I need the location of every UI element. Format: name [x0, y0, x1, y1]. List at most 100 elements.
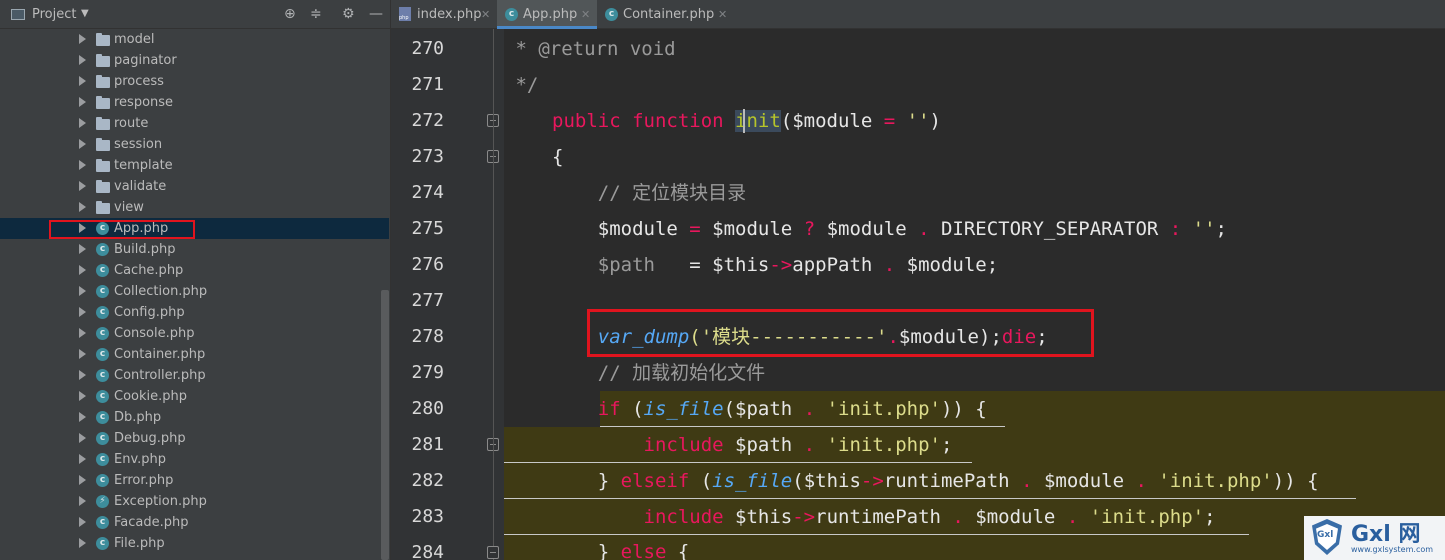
class-icon: c: [96, 369, 109, 382]
tree-file-env[interactable]: c Env.php: [0, 449, 389, 470]
tree-folder-model[interactable]: model: [0, 29, 389, 50]
minimize-icon[interactable]: —: [369, 6, 383, 22]
fold-icon[interactable]: [487, 546, 499, 559]
tree-file-exception[interactable]: ⚡ Exception.php: [0, 491, 389, 512]
token: $module: [975, 506, 1056, 528]
code-line-274[interactable]: // 定位模块目录: [552, 175, 1445, 211]
code-line-276[interactable]: $path = $this->appPath . $module;: [552, 247, 1445, 283]
token: .: [940, 506, 976, 528]
expand-arrow-icon[interactable]: [79, 496, 86, 506]
tree-folder-template[interactable]: template: [0, 155, 389, 176]
project-title[interactable]: Project: [32, 7, 76, 22]
tree-label: process: [114, 74, 164, 89]
tree-folder-response[interactable]: response: [0, 92, 389, 113]
code-line-282[interactable]: } elseif (is_file($this->runtimePath . $…: [552, 463, 1445, 499]
token: $module: [826, 218, 907, 240]
expand-arrow-icon[interactable]: [79, 349, 86, 359]
tree-file-cookie[interactable]: c Cookie.php: [0, 386, 389, 407]
tree-file-cache[interactable]: c Cache.php: [0, 260, 389, 281]
folder-icon: [96, 33, 110, 46]
token: ;: [986, 254, 999, 276]
expand-arrow-icon[interactable]: [79, 244, 86, 254]
token: $module: [906, 254, 987, 276]
tree-folder-validate[interactable]: validate: [0, 176, 389, 197]
tree-folder-session[interactable]: session: [0, 134, 389, 155]
tree-file-error[interactable]: c Error.php: [0, 470, 389, 491]
token: ->: [792, 506, 816, 528]
token: ;: [1215, 218, 1227, 240]
expand-arrow-icon[interactable]: [79, 475, 86, 485]
expand-arrow-icon[interactable]: [79, 181, 86, 191]
code-line-281[interactable]: include $path . 'init.php';: [552, 427, 1445, 463]
token: .: [1009, 470, 1044, 492]
tree-label: Container.php: [114, 347, 206, 362]
tree-file-controller[interactable]: c Controller.php: [0, 365, 389, 386]
underline: [600, 426, 1005, 427]
expand-arrow-icon[interactable]: [79, 76, 86, 86]
close-icon[interactable]: ✕: [718, 8, 727, 21]
expand-arrow-icon[interactable]: [79, 202, 86, 212]
line-number: 281: [411, 434, 444, 455]
tree-label: Debug.php: [114, 431, 186, 446]
expand-arrow-icon[interactable]: [79, 307, 86, 317]
tab-container-php[interactable]: c Container.php ✕: [597, 0, 733, 29]
collapse-icon[interactable]: ≑: [310, 6, 322, 22]
line-number: 284: [411, 542, 444, 560]
chevron-down-icon[interactable]: ▼: [81, 8, 89, 19]
tree-file-console[interactable]: c Console.php: [0, 323, 389, 344]
token: =: [872, 110, 907, 132]
code-line-280[interactable]: if (is_file($path . 'init.php')) {: [552, 391, 1445, 427]
expand-arrow-icon[interactable]: [79, 370, 86, 380]
code-line-279[interactable]: // 加载初始化文件: [552, 355, 1445, 391]
token: }: [552, 470, 621, 492]
token: void: [618, 38, 676, 60]
code-line-270[interactable]: * @return void: [504, 31, 1445, 67]
tree-file-container[interactable]: c Container.php: [0, 344, 389, 365]
php-file-icon: [399, 7, 411, 21]
tree-folder-route[interactable]: route: [0, 113, 389, 134]
expand-arrow-icon[interactable]: [79, 454, 86, 464]
tab-index-php[interactable]: index.php ✕: [391, 0, 497, 29]
expand-arrow-icon[interactable]: [79, 160, 86, 170]
tree-file-collection[interactable]: c Collection.php: [0, 281, 389, 302]
tree-folder-view[interactable]: view: [0, 197, 389, 218]
expand-arrow-icon[interactable]: [79, 328, 86, 338]
expand-arrow-icon[interactable]: [79, 55, 86, 65]
class-icon: c: [96, 474, 109, 487]
gear-icon[interactable]: ⚙: [342, 6, 355, 22]
code-line-275[interactable]: $module = $module ? $module . DIRECTORY_…: [552, 211, 1445, 247]
tree-file-file[interactable]: c File.php: [0, 533, 389, 554]
tree-file-build[interactable]: c Build.php: [0, 239, 389, 260]
tree-folder-process[interactable]: process: [0, 71, 389, 92]
sidebar-scrollbar[interactable]: [381, 290, 389, 560]
code-line-271[interactable]: */: [504, 67, 1445, 103]
code-line-273[interactable]: {: [552, 139, 1445, 175]
token: '': [1192, 218, 1216, 240]
expand-arrow-icon[interactable]: [79, 118, 86, 128]
expand-arrow-icon[interactable]: [79, 97, 86, 107]
expand-arrow-icon[interactable]: [79, 34, 86, 44]
expand-arrow-icon[interactable]: [79, 265, 86, 275]
tab-app-php[interactable]: c App.php ✕: [497, 0, 597, 29]
tree-file-facade[interactable]: c Facade.php: [0, 512, 389, 533]
tree-file-debug[interactable]: c Debug.php: [0, 428, 389, 449]
code-line-272[interactable]: public function init($module = ''): [552, 103, 1445, 139]
token: {: [552, 146, 564, 168]
locate-icon[interactable]: ⊕: [284, 6, 296, 22]
tree-folder-paginator[interactable]: paginator: [0, 50, 389, 71]
expand-arrow-icon[interactable]: [79, 538, 86, 548]
token: // 定位模块目录: [552, 182, 747, 204]
tree-file-config[interactable]: c Config.php: [0, 302, 389, 323]
expand-arrow-icon[interactable]: [79, 391, 86, 401]
expand-arrow-icon[interactable]: [79, 139, 86, 149]
tree-file-db[interactable]: c Db.php: [0, 407, 389, 428]
close-icon[interactable]: ✕: [481, 8, 490, 21]
expand-arrow-icon[interactable]: [79, 412, 86, 422]
expand-arrow-icon[interactable]: [79, 286, 86, 296]
project-folder-icon: [11, 9, 25, 20]
expand-arrow-icon[interactable]: [79, 517, 86, 527]
close-icon[interactable]: ✕: [581, 8, 590, 21]
expand-arrow-icon[interactable]: [79, 433, 86, 443]
token: ;: [1204, 506, 1216, 528]
token: *: [504, 38, 539, 60]
